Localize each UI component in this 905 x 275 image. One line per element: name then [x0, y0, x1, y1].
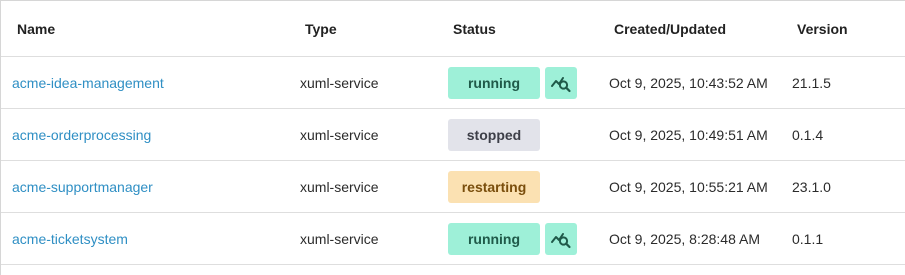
version: 21.1.5: [792, 74, 831, 91]
created-updated: Oct 9, 2025, 8:28:48 AM: [609, 230, 760, 247]
service-type: xuml-service: [300, 126, 379, 143]
monitor-button[interactable]: [545, 222, 577, 255]
chart-search-icon: [551, 232, 571, 248]
services-table: Name Type Status Created/Updated Version…: [0, 0, 905, 275]
service-name-link[interactable]: acme-ticketsystem: [12, 231, 128, 247]
column-header-type[interactable]: Type: [305, 1, 337, 56]
status-badge: running: [448, 222, 540, 255]
column-header-created-updated[interactable]: Created/Updated: [614, 1, 726, 56]
service-type: xuml-service: [300, 74, 379, 91]
chart-search-icon: [551, 76, 571, 92]
service-name-link[interactable]: acme-idea-management: [12, 75, 164, 91]
created-updated: Oct 9, 2025, 10:55:21 AM: [609, 178, 768, 195]
column-header-name[interactable]: Name: [17, 1, 55, 56]
service-name-link[interactable]: acme-orderprocessing: [12, 127, 151, 143]
column-header-version[interactable]: Version: [797, 1, 848, 56]
table-row: acme-ticketsystem xuml-service running O…: [1, 213, 905, 265]
table-row: acme-idea-management xuml-service runnin…: [1, 57, 905, 109]
status-badge: stopped: [448, 118, 540, 151]
created-updated: Oct 9, 2025, 10:43:52 AM: [609, 74, 768, 91]
service-type: xuml-service: [300, 230, 379, 247]
status-badge: running: [448, 66, 540, 99]
column-header-status[interactable]: Status: [453, 1, 496, 56]
table-row: acme-supportmanager xuml-service restart…: [1, 161, 905, 213]
service-type: xuml-service: [300, 178, 379, 195]
table-header: Name Type Status Created/Updated Version: [1, 1, 905, 57]
created-updated: Oct 9, 2025, 10:49:51 AM: [609, 126, 768, 143]
table-row: acme-orderprocessing xuml-service stoppe…: [1, 109, 905, 161]
version: 23.1.0: [792, 178, 831, 195]
service-name-link[interactable]: acme-supportmanager: [12, 179, 153, 195]
status-badge: restarting: [448, 170, 540, 203]
version: 0.1.1: [792, 230, 824, 247]
monitor-button[interactable]: [545, 66, 577, 99]
version: 0.1.4: [792, 126, 824, 143]
